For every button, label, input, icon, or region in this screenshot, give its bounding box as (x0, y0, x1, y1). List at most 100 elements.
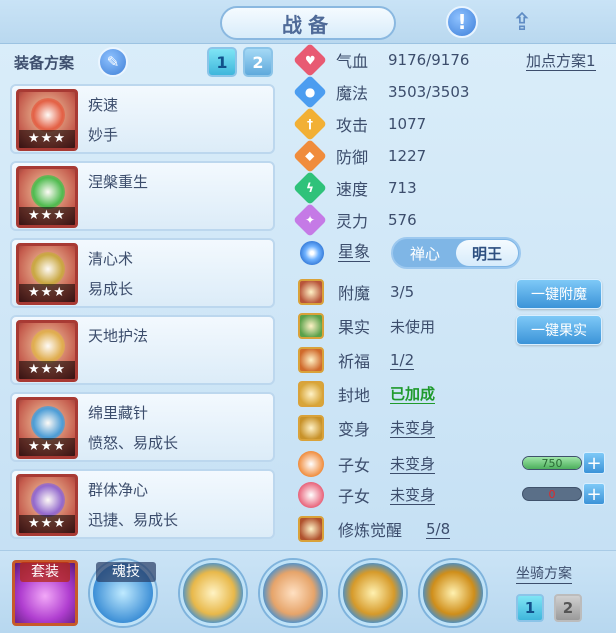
blessing-icon (298, 347, 324, 373)
equipment-card[interactable]: ★★★ 疾速妙手 (10, 84, 275, 154)
child-2-plus-button[interactable]: + (583, 483, 605, 505)
shield-icon: ◆ (293, 139, 327, 173)
transform-icon (298, 415, 324, 441)
equipment-name: 绵里藏针 (88, 404, 149, 422)
mount-tab-1[interactable]: 1 (516, 594, 544, 622)
fruit-icon (298, 313, 324, 339)
add-point-plan-link[interactable]: 加点方案1 (526, 52, 596, 71)
enhance-value[interactable]: 未变身 (390, 419, 436, 438)
enhance-value[interactable]: 1/2 (390, 351, 415, 370)
equipment-art-icon (31, 406, 65, 440)
enhance-row: 子女 未变身 (298, 450, 436, 478)
enhance-value[interactable]: 未变身 (390, 455, 436, 474)
enhance-row: 封地 已加成 (298, 380, 436, 408)
heart-icon: ♥ (293, 43, 327, 77)
equipment-icon: ★★★ (16, 166, 78, 228)
equipment-icon: ★★★ (16, 397, 78, 459)
mount-plan-label[interactable]: 坐骑方案 (516, 566, 572, 584)
enhance-value: 3/5 (390, 283, 415, 301)
equipment-card[interactable]: ★★★ 涅槃重生 (10, 161, 275, 231)
enhance-value: 未使用 (390, 317, 436, 336)
equipment-card[interactable]: ★★★ 清心术易成长 (10, 238, 275, 308)
child-icon (298, 451, 324, 477)
equipment-art-icon (31, 329, 65, 363)
equipment-stars: ★★★ (19, 361, 75, 379)
stat-value: 9176/9176 (388, 51, 470, 69)
equipment-icon: ★★★ (16, 89, 78, 151)
child-1-plus-button[interactable]: + (583, 452, 605, 474)
equipment-card[interactable]: ★★★ 天地护法 (10, 315, 275, 385)
equipment-art-icon (31, 175, 65, 209)
enhance-label: 子女 (338, 456, 371, 475)
stat-value: 3503/3503 (388, 83, 470, 101)
enhance-row: 祈福 1/2 (298, 346, 415, 374)
stat-label: 气血 (336, 52, 369, 71)
stat-label: 魔法 (336, 84, 369, 103)
equipment-name: 清心术 (88, 250, 134, 268)
edit-pencil-icon[interactable]: ✎ (98, 47, 128, 77)
stat-row: ◆ 防御 1227 (293, 139, 427, 173)
equipment-art-icon (31, 483, 65, 517)
enhance-row: 附魔 3/5 (298, 278, 414, 306)
child-bar-2-value: 0 (548, 488, 556, 501)
spirit-icon: ✦ (293, 203, 327, 237)
stat-value: 1227 (388, 147, 427, 165)
enhance-value[interactable]: 已加成 (390, 385, 436, 404)
stat-label: 攻击 (336, 116, 369, 135)
equipment-stars: ★★★ (19, 515, 75, 533)
child-bar-2: 0 (522, 487, 582, 501)
child-bar-1: 750 (522, 456, 582, 470)
equipment-art-icon (31, 252, 65, 286)
enhance-label: 修炼觉醒 (338, 521, 403, 540)
enhance-label: 附魔 (338, 284, 371, 303)
one-click-fruit-button[interactable]: 一键果实 (516, 315, 602, 345)
equipment-name: 涅槃重生 (88, 173, 149, 191)
enhance-label: 祈福 (338, 352, 371, 371)
one-click-enchant-button[interactable]: 一键附魔 (516, 279, 602, 309)
equipment-trait: 易成长 (88, 280, 134, 298)
toggle-option-chanxin[interactable]: 禅心 (394, 240, 456, 266)
enchant-icon (298, 279, 324, 305)
cultivation-icon (298, 516, 324, 542)
star-sign-toggle[interactable]: 禅心 明王 (391, 237, 521, 269)
mount-tab-2[interactable]: 2 (554, 594, 582, 622)
equipment-trait: 妙手 (88, 126, 119, 144)
equipment-icon: ★★★ (16, 243, 78, 305)
toggle-option-mingwang[interactable]: 明王 (456, 240, 518, 266)
equipment-trait: 愤怒、易成长 (88, 434, 179, 452)
plan-tab-1[interactable]: 1 (207, 47, 237, 77)
stat-value: 576 (388, 211, 417, 229)
skill-slot-3[interactable] (340, 560, 406, 626)
equipment-name: 群体净心 (88, 481, 149, 499)
equipment-stars: ★★★ (19, 438, 75, 456)
star-sign-icon (300, 241, 324, 265)
enhance-label: 封地 (338, 386, 371, 405)
enhance-row: 子女 未变身 (298, 481, 436, 509)
equipment-card[interactable]: ★★★ 群体净心 迅捷、易成长 (10, 469, 275, 539)
page-title: 战备 (220, 6, 396, 40)
enhance-value[interactable]: 5/8 (426, 520, 451, 539)
share-icon[interactable]: ⇪ (506, 6, 538, 38)
child-icon (298, 482, 324, 508)
stat-label: 速度 (336, 180, 369, 199)
equipment-card[interactable]: ★★★ 绵里藏针愤怒、易成长 (10, 392, 275, 462)
enhance-label: 果实 (338, 318, 371, 337)
equipment-stars: ★★★ (19, 284, 75, 302)
enhance-value[interactable]: 未变身 (390, 486, 436, 505)
stat-row: † 攻击 1077 (293, 107, 426, 141)
plan-tab-2[interactable]: 2 (243, 47, 273, 77)
equipment-name: 疾速 (88, 96, 119, 114)
help-icon[interactable]: ! (446, 6, 478, 38)
skill-slot-2[interactable] (260, 560, 326, 626)
lightning-icon: ϟ (293, 171, 327, 205)
stat-row: ♥ 气血 9176/9176 (293, 43, 470, 77)
enhance-label: 子女 (338, 487, 371, 506)
mana-icon: ● (293, 75, 327, 109)
fief-icon (298, 381, 324, 407)
equipment-name: 天地护法 (88, 327, 149, 345)
skill-slot-1[interactable] (180, 560, 246, 626)
enhance-row: 果实 未使用 (298, 312, 435, 340)
star-sign-label[interactable]: 星象 (338, 242, 371, 262)
skill-slot-4[interactable] (420, 560, 486, 626)
equipment-stars: ★★★ (19, 130, 75, 148)
